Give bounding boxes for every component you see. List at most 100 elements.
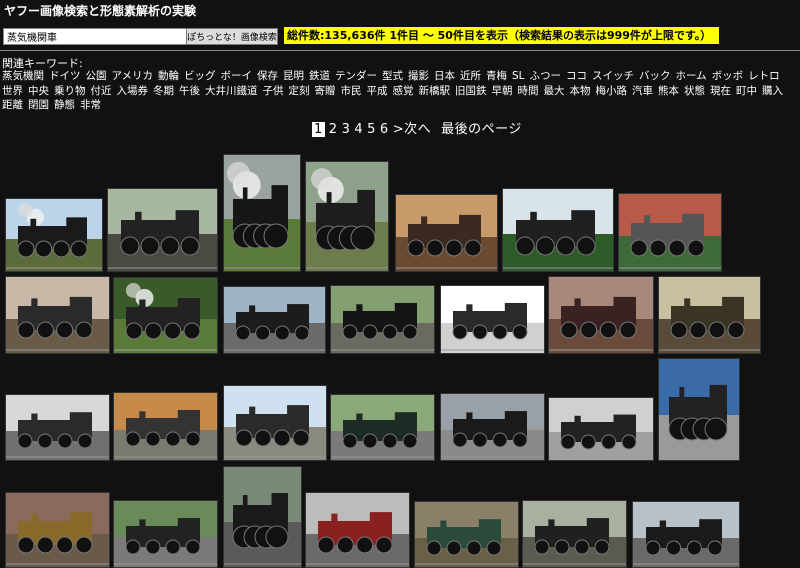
keyword-link[interactable]: 公園 [86, 70, 107, 82]
image-thumbnail[interactable] [5, 198, 103, 272]
keyword-link[interactable]: 旧国鉄 [455, 85, 487, 97]
image-thumbnail[interactable] [522, 500, 627, 568]
keyword-link[interactable]: 最大 [544, 85, 565, 97]
image-thumbnail[interactable] [548, 276, 654, 354]
keyword-link[interactable]: 近所 [460, 70, 481, 82]
locomotive-photo [224, 386, 326, 460]
keyword-link[interactable]: 閉園 [28, 99, 49, 111]
keyword-link[interactable]: ドイツ [49, 70, 81, 82]
keyword-link[interactable]: ボッボ [712, 70, 744, 82]
image-thumbnail[interactable] [330, 285, 435, 354]
page-link-5[interactable]: 5 [367, 122, 376, 137]
image-thumbnail[interactable] [5, 394, 110, 461]
keyword-link[interactable]: 静態 [54, 99, 75, 111]
image-thumbnail[interactable] [330, 394, 435, 461]
image-thumbnail[interactable] [113, 277, 218, 354]
keyword-link[interactable]: 早朝 [492, 85, 513, 97]
keyword-link[interactable]: 感覚 [393, 85, 414, 97]
image-thumbnail[interactable] [658, 358, 740, 461]
locomotive-photo [549, 398, 653, 460]
keyword-link[interactable]: 現在 [710, 85, 731, 97]
locomotive-photo [6, 395, 109, 460]
keyword-link[interactable]: 動輪 [158, 70, 179, 82]
keyword-link[interactable]: 世界 [2, 85, 23, 97]
keyword-link[interactable]: 距離 [2, 99, 23, 111]
image-thumbnail[interactable] [305, 492, 410, 568]
keyword-link[interactable]: 付近 [91, 85, 112, 97]
keyword-link[interactable]: 青梅 [486, 70, 507, 82]
keyword-link[interactable]: 大井川鐵道 [205, 85, 258, 97]
keyword-link[interactable]: 蒸気機関 [2, 70, 44, 82]
keyword-link[interactable]: 非常 [80, 99, 101, 111]
keyword-link[interactable]: ボーイ [220, 70, 252, 82]
image-thumbnail[interactable] [223, 154, 301, 272]
keyword-link[interactable]: 平成 [367, 85, 388, 97]
image-thumbnail[interactable] [223, 286, 326, 354]
keyword-link[interactable]: 撮影 [408, 70, 429, 82]
image-thumbnail[interactable] [440, 393, 545, 461]
image-thumbnail[interactable] [107, 188, 218, 272]
keyword-link[interactable]: 状態 [684, 85, 705, 97]
keyword-link[interactable]: ホーム [676, 70, 707, 82]
keyword-link[interactable]: 昆明 [283, 70, 304, 82]
keyword-link[interactable]: 熊本 [658, 85, 679, 97]
image-thumbnail[interactable] [113, 392, 218, 461]
image-thumbnail[interactable] [305, 161, 389, 272]
image-thumbnail[interactable] [5, 492, 110, 568]
image-thumbnail[interactable] [414, 501, 519, 568]
locomotive-photo [331, 395, 434, 460]
keyword-link[interactable]: ふつー [530, 70, 562, 82]
keyword-link[interactable]: 寄贈 [315, 85, 336, 97]
image-thumbnail[interactable] [223, 466, 302, 568]
image-thumbnail[interactable] [658, 276, 761, 354]
keyword-link[interactable]: 購入 [762, 85, 783, 97]
results-summary: 総件数:135,636件 1件目 〜 50件目を表示（検索結果の表示は999件が… [284, 27, 719, 44]
keyword-link[interactable]: 保存 [257, 70, 278, 82]
page-link-6[interactable]: 6 [380, 122, 389, 137]
keyword-link[interactable]: 新橋駅 [419, 85, 451, 97]
keyword-link[interactable]: バック [639, 70, 671, 82]
image-thumbnail[interactable] [618, 193, 722, 272]
keyword-link[interactable]: 町中 [736, 85, 757, 97]
keyword-link[interactable]: 午後 [179, 85, 200, 97]
page-link-3[interactable]: 3 [342, 122, 351, 137]
image-thumbnail[interactable] [395, 194, 498, 272]
keyword-link[interactable]: レトロ [748, 70, 780, 82]
keyword-link[interactable]: 汽車 [632, 85, 653, 97]
keyword-link[interactable]: 入場券 [117, 85, 149, 97]
keyword-link[interactable]: SL [512, 70, 525, 82]
locomotive-photo [114, 278, 217, 353]
locomotive-photo [549, 277, 653, 353]
image-thumbnail[interactable] [223, 385, 327, 461]
keyword-link[interactable]: ココ [566, 70, 587, 82]
search-input[interactable] [3, 28, 187, 45]
keyword-link[interactable]: 市民 [341, 85, 362, 97]
keyword-link[interactable]: アメリカ [112, 70, 153, 82]
keyword-link[interactable]: テンダー [335, 70, 377, 82]
locomotive-photo [415, 502, 518, 567]
keyword-link[interactable]: 冬期 [153, 85, 174, 97]
image-thumbnail[interactable] [548, 397, 654, 461]
keyword-link[interactable]: 乗り物 [54, 85, 86, 97]
image-thumbnail[interactable] [632, 501, 740, 568]
image-thumbnail[interactable] [440, 285, 545, 354]
page-link-4[interactable]: 4 [354, 122, 363, 137]
image-thumbnail[interactable] [5, 276, 110, 354]
next-page-link[interactable]: >次へ [393, 122, 431, 137]
keyword-link[interactable]: 子供 [263, 85, 284, 97]
image-thumbnail[interactable] [502, 188, 614, 272]
keyword-link[interactable]: 本物 [570, 85, 591, 97]
keyword-link[interactable]: 日本 [434, 70, 455, 82]
keyword-link[interactable]: 中央 [28, 85, 49, 97]
keyword-link[interactable]: 鉄道 [309, 70, 330, 82]
keyword-link[interactable]: 定刻 [289, 85, 310, 97]
keyword-link[interactable]: 型式 [382, 70, 403, 82]
page-link-2[interactable]: 2 [329, 122, 338, 137]
keyword-link[interactable]: 時間 [518, 85, 539, 97]
image-search-button[interactable]: ぽちっとな！画像検索 [186, 28, 278, 45]
keyword-link[interactable]: ビッグ [184, 70, 216, 82]
last-page-link[interactable]: 最後のページ [441, 122, 522, 137]
keyword-link[interactable]: 梅小路 [596, 85, 628, 97]
image-thumbnail[interactable] [113, 500, 218, 568]
keyword-link[interactable]: スイッチ [592, 70, 634, 82]
